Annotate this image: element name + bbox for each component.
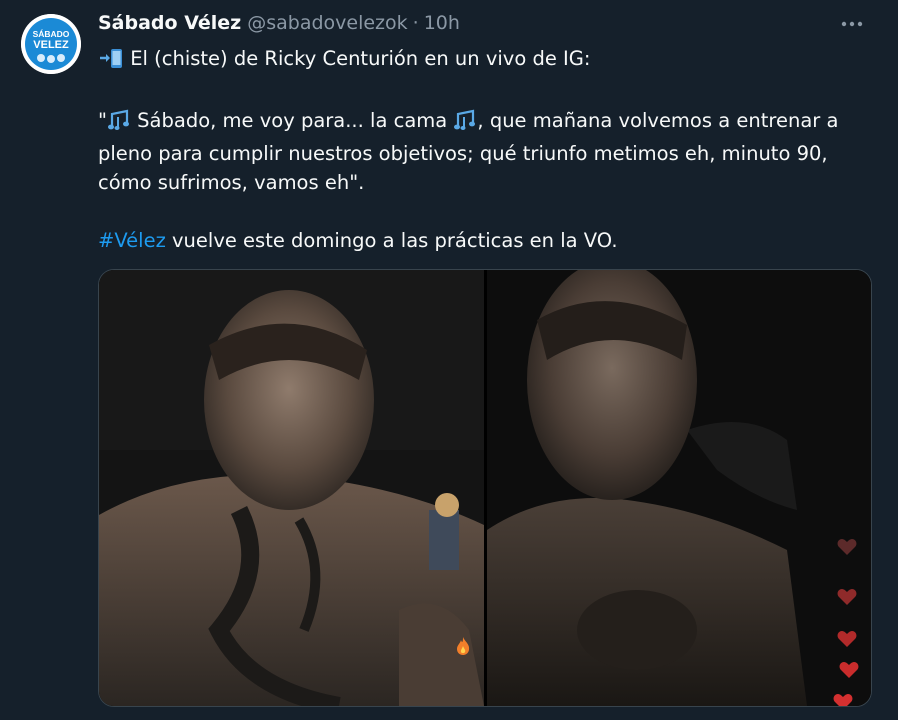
- tweet-closing: #Vélez vuelve este domingo a las práctic…: [98, 226, 878, 255]
- more-horizontal-icon: [841, 21, 863, 27]
- quote-mark: ": [98, 109, 107, 132]
- heart-icon: [837, 630, 857, 648]
- timestamp[interactable]: 10h: [424, 12, 460, 34]
- tweet-intro-text: El (chiste) de Ricky Centurión en un viv…: [130, 47, 591, 70]
- tweet-media[interactable]: [98, 269, 872, 707]
- tweet-line-intro: El (chiste) de Ricky Centurión en un viv…: [98, 44, 878, 77]
- music-notes-icon: [453, 109, 477, 139]
- fire-icon: [455, 636, 471, 656]
- media-image-left[interactable]: [99, 270, 484, 706]
- avatar[interactable]: SÁBADO VELEZ: [21, 14, 81, 74]
- heart-icon: [837, 538, 857, 556]
- closing-text: vuelve este domingo a las prácticas en l…: [165, 229, 618, 252]
- tweet-header: Sábado Vélez @sabadovelezok · 10h: [98, 10, 878, 36]
- quote-text-1: Sábado, me voy para... la cama: [130, 109, 454, 132]
- heart-icon: [839, 661, 859, 679]
- user-handle[interactable]: @sabadovelezok: [247, 12, 407, 34]
- separator: ·: [412, 12, 419, 34]
- tweet-quote: " Sábado, me voy para... la cama , que m…: [98, 106, 878, 197]
- svg-text:VELEZ: VELEZ: [33, 39, 69, 51]
- heart-icon: [837, 588, 857, 606]
- more-options-button[interactable]: [834, 10, 870, 38]
- media-image-right[interactable]: [487, 270, 871, 706]
- hashtag-link[interactable]: #Vélez: [98, 229, 166, 252]
- sabado-velez-logo: SÁBADO VELEZ: [21, 14, 81, 74]
- tweet-text: El (chiste) de Ricky Centurión en un viv…: [98, 44, 878, 255]
- svg-text:SÁBADO: SÁBADO: [33, 29, 70, 39]
- music-notes-icon: [107, 109, 131, 139]
- phone-arrow-icon: [98, 47, 124, 77]
- heart-icon: [833, 693, 853, 706]
- display-name[interactable]: Sábado Vélez: [98, 12, 241, 34]
